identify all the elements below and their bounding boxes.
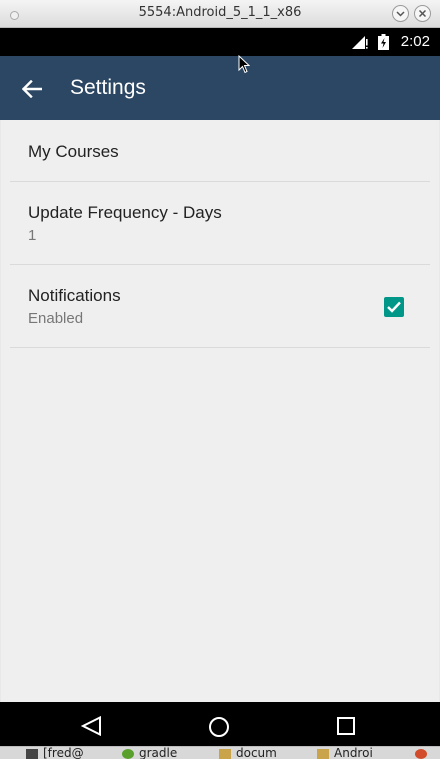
preference-title: Notifications <box>28 286 121 305</box>
taskbar-item-label: gradle <box>139 746 178 759</box>
taskbar-item-android[interactable]: Androi <box>317 746 373 759</box>
terminal-icon <box>26 748 38 759</box>
window-title: 5554:Android_5_1_1_x86 <box>138 5 302 20</box>
check-icon <box>387 301 401 313</box>
nav-back-button[interactable] <box>72 709 112 741</box>
signal-icon <box>352 36 368 49</box>
taskbar-item-documents[interactable]: docum <box>219 746 277 759</box>
circle-home-icon <box>209 717 229 737</box>
status-bar: 2:02 <box>0 28 440 56</box>
folder-icon <box>219 748 231 759</box>
preference-summary: 1 <box>28 227 37 244</box>
taskbar-item-label: [fred@ <box>43 746 84 759</box>
preference-title: My Courses <box>28 142 119 161</box>
nav-recents-button[interactable] <box>327 709 367 741</box>
notifications-checkbox[interactable] <box>384 297 404 317</box>
taskbar-item-label: docum <box>236 746 277 759</box>
app-bar: Settings <box>0 56 440 120</box>
window-minimize-button[interactable] <box>392 5 409 22</box>
settings-list: My Courses Update Frequency - Days 1 Not… <box>1 120 439 702</box>
host-taskbar: [fred@ gradle docum Androi <box>0 746 440 759</box>
triangle-back-icon <box>81 716 101 736</box>
back-button[interactable] <box>14 70 52 108</box>
arrow-back-icon <box>22 80 42 98</box>
app-icon <box>415 748 427 759</box>
preference-notifications[interactable]: Notifications Enabled <box>10 265 430 348</box>
preference-update-frequency[interactable]: Update Frequency - Days 1 <box>10 182 430 265</box>
preference-my-courses[interactable]: My Courses <box>10 120 430 182</box>
taskbar-item-terminal[interactable]: [fred@ <box>26 746 84 759</box>
folder-icon <box>317 748 329 759</box>
gradle-icon <box>122 748 134 759</box>
taskbar-item-label: Androi <box>334 746 373 759</box>
mouse-cursor-icon <box>238 55 250 74</box>
emulator-window-titlebar: 5554:Android_5_1_1_x86 <box>0 0 440 28</box>
status-time: 2:02 <box>400 33 430 50</box>
close-icon <box>418 9 427 18</box>
nav-home-button[interactable] <box>199 709 239 741</box>
page-title: Settings <box>70 76 146 99</box>
square-recents-icon <box>337 717 355 735</box>
window-close-button[interactable] <box>414 5 431 22</box>
battery-charging-icon <box>378 34 389 50</box>
chevron-down-icon <box>396 11 405 17</box>
preference-title: Update Frequency - Days <box>28 203 222 222</box>
preference-summary: Enabled <box>28 310 84 327</box>
taskbar-item-more[interactable] <box>415 747 432 759</box>
taskbar-item-gradle[interactable]: gradle <box>122 746 178 759</box>
navigation-bar <box>0 702 440 746</box>
